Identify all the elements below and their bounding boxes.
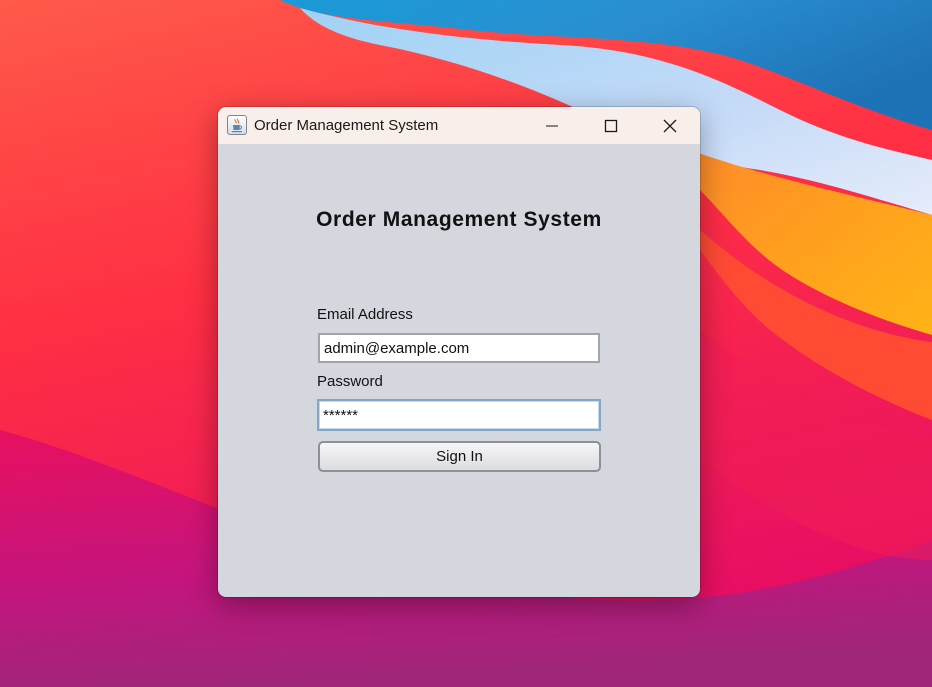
maximize-icon: [604, 119, 618, 132]
window-title: Order Management System: [254, 117, 439, 134]
close-button[interactable]: [641, 107, 699, 144]
maximize-button[interactable]: [582, 107, 640, 144]
close-icon: [663, 119, 677, 132]
email-field[interactable]: [318, 333, 600, 363]
password-field[interactable]: [317, 399, 601, 431]
minimize-icon: [546, 125, 558, 126]
app-window: Order Management System Order Management…: [218, 107, 700, 597]
password-label: Password: [317, 373, 383, 390]
form-heading: Order Management System: [316, 208, 602, 231]
java-cup-icon: [227, 115, 247, 135]
title-bar[interactable]: Order Management System: [218, 107, 700, 144]
sign-in-button[interactable]: Sign In: [318, 441, 601, 472]
minimize-button[interactable]: [523, 107, 581, 144]
email-label: Email Address: [317, 306, 413, 323]
